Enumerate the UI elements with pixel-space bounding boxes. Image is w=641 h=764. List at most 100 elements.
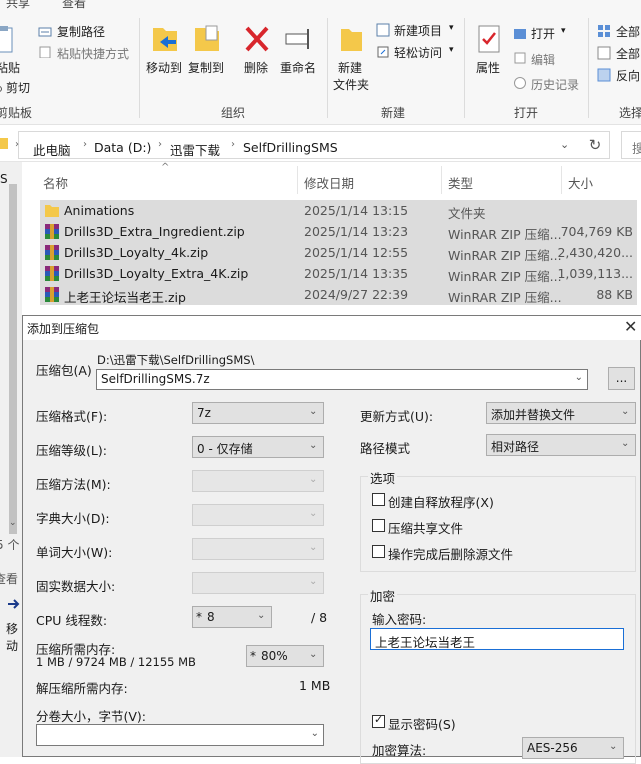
method-select[interactable]: ⌄ [192, 470, 324, 492]
chevron-down-icon[interactable]: ⌄ [575, 372, 583, 383]
easy-access-button[interactable]: 轻松访问 [394, 44, 442, 61]
properties-button[interactable]: 属性 [476, 59, 500, 76]
address-box[interactable]: › 此电脑 › Data (D:) › 迅雷下载 › SelfDrillingS… [15, 131, 610, 159]
cpu-select[interactable]: * 8 ⌄ [192, 606, 272, 628]
rename-button[interactable]: 重命名 [280, 59, 316, 76]
level-select[interactable]: 0 - 仅存储 ⌄ [192, 436, 324, 458]
file-type: WinRAR ZIP 压缩... [448, 269, 562, 284]
column-date[interactable]: 修改日期 [304, 173, 354, 192]
file-date: 2025/1/14 13:35 [304, 266, 409, 281]
sfx-label[interactable]: 创建自释放程序(X) [388, 492, 494, 511]
enc-method-select[interactable]: AES-256 ⌄ [522, 737, 624, 759]
file-date: 2025/1/14 13:23 [304, 224, 409, 239]
format-select[interactable]: 7z ⌄ [192, 402, 324, 424]
chevron-down-icon: ▾ [449, 45, 454, 55]
file-row[interactable]: 上老王论坛当老王.zip 2024/9/27 22:39 WinRAR ZIP … [40, 284, 637, 305]
new-folder-icon[interactable] [339, 24, 365, 54]
file-date: 2025/1/14 12:55 [304, 245, 409, 260]
select-all-button[interactable]: 全部 [616, 23, 640, 40]
winrar-zip-icon [45, 287, 59, 302]
dialog-titlebar: 添加到压缩包 ✕ [23, 316, 641, 340]
shared-label[interactable]: 压缩共享文件 [388, 518, 463, 537]
show-password-label[interactable]: 显示密码(S) [388, 714, 456, 733]
paste-icon[interactable] [0, 24, 16, 54]
cut-button[interactable]: 剪切 [6, 79, 30, 96]
properties-icon[interactable] [476, 24, 502, 54]
open-button[interactable]: 打开 [531, 25, 555, 42]
cut-icon[interactable] [0, 80, 4, 92]
refresh-icon[interactable]: ↻ [581, 131, 610, 159]
move-label[interactable]: 移动 [6, 620, 22, 654]
breadcrumb-xunlei[interactable]: 迅雷下载 [170, 140, 220, 159]
solid-select[interactable]: ⌄ [192, 572, 324, 594]
copy-to-button[interactable]: 复制到 [188, 59, 224, 76]
chevron-right-icon: › [158, 139, 162, 150]
delete-source-checkbox[interactable] [372, 545, 385, 558]
add-to-archive-dialog: 添加到压缩包 ✕ 压缩包(A) D:\迅雷下载\SelfDrillingSMS\… [22, 315, 641, 764]
sfx-checkbox[interactable] [372, 493, 385, 506]
paste-button[interactable]: 粘贴 [0, 59, 20, 76]
search-box[interactable]: 搜 [621, 131, 641, 159]
delete-source-label[interactable]: 操作完成后删除源文件 [388, 544, 513, 563]
enc-method-label: 加密算法: [372, 743, 427, 758]
invert-selection-button[interactable]: 反向 [616, 67, 640, 84]
shared-checkbox[interactable] [372, 519, 385, 532]
close-icon[interactable]: ✕ [624, 317, 637, 336]
word-select[interactable]: ⌄ [192, 538, 324, 560]
file-type: WinRAR ZIP 压缩... [448, 248, 562, 263]
address-dropdown-icon[interactable]: ⌄ [560, 138, 569, 151]
file-row[interactable]: Drills3D_Extra_Ingredient.zip 2025/1/14 … [40, 221, 637, 242]
password-input[interactable]: 上老王论坛当老王 [370, 628, 624, 650]
split-size-combo[interactable]: ⌄ [36, 724, 324, 746]
chevron-down-icon: ⌄ [309, 508, 318, 519]
column-type[interactable]: 类型 [448, 173, 473, 192]
select-none-icon [597, 46, 611, 60]
copy-to-icon[interactable] [192, 22, 222, 56]
chevron-down-icon: ⌄ [621, 438, 630, 449]
file-row[interactable]: Drills3D_Loyalty_Extra_4K.zip 2025/1/14 … [40, 263, 637, 284]
file-row[interactable]: Animations 2025/1/14 13:15 文件夹 [40, 200, 637, 221]
chevron-right-icon: › [231, 139, 235, 150]
delete-icon[interactable] [243, 24, 271, 54]
update-select[interactable]: 添加并替换文件 ⌄ [486, 402, 636, 424]
path-select[interactable]: 相对路径 ⌄ [486, 434, 636, 456]
new-folder-button-line2[interactable]: 文件夹 [333, 76, 369, 93]
breadcrumb-drive[interactable]: Data (D:) [94, 140, 151, 155]
decomp-value: 1 MB [299, 678, 331, 693]
move-to-icon[interactable] [150, 22, 180, 56]
mem-percent-select[interactable]: * 80% ⌄ [246, 645, 324, 667]
edit-button[interactable]: 编辑 [531, 51, 555, 68]
move-to-button[interactable]: 移动到 [146, 59, 182, 76]
chevron-down-icon[interactable]: ⌄ [9, 518, 17, 528]
nav-scrollbar[interactable] [9, 184, 17, 534]
mem-value: 1 MB / 9724 MB / 12155 MB [36, 655, 196, 669]
archive-name-value: SelfDrillingSMS.7z [101, 372, 210, 386]
paste-shortcut-button[interactable]: 粘贴快捷方式 [57, 45, 129, 62]
archive-name-combo[interactable]: SelfDrillingSMS.7z ⌄ [96, 369, 588, 390]
file-name: Animations [64, 203, 135, 218]
history-button[interactable]: 历史记录 [531, 76, 579, 93]
column-size[interactable]: 大小 [568, 173, 593, 192]
new-item-button[interactable]: 新建项目 [394, 22, 442, 39]
chevron-down-icon: ⌄ [309, 440, 318, 451]
rename-icon[interactable] [284, 24, 314, 54]
file-row[interactable]: Drills3D_Loyalty_4k.zip 2025/1/14 12:55 … [40, 242, 637, 263]
delete-button[interactable]: 删除 [244, 59, 268, 76]
column-name[interactable]: 名称 [43, 173, 68, 192]
dict-select[interactable]: ⌄ [192, 504, 324, 526]
chevron-down-icon[interactable]: ⌄ [311, 728, 319, 739]
breadcrumb-this-pc[interactable]: 此电脑 [33, 140, 71, 159]
breadcrumb-selfdrillingsms[interactable]: SelfDrillingSMS [243, 140, 338, 155]
search-input[interactable]: 搜 [632, 138, 641, 157]
tab-view[interactable]: 查看 [62, 0, 86, 11]
new-folder-button[interactable]: 新建 [338, 59, 362, 76]
select-none-button[interactable]: 全部 [616, 45, 640, 62]
copy-path-button[interactable]: 复制路径 [57, 23, 105, 40]
ribbon: 共享 查看 粘贴 剪切 复制路径 粘贴快捷方式 剪贴板 移动到 复制到 删除 重… [0, 0, 641, 125]
tab-share[interactable]: 共享 [6, 0, 30, 11]
browse-button[interactable]: ... [608, 367, 635, 390]
show-password-checkbox[interactable]: ✓ [372, 713, 385, 728]
format-label: 压缩格式(F): [36, 409, 108, 424]
nav-item-partial[interactable]: S [0, 172, 8, 186]
folder-icon [45, 205, 59, 217]
